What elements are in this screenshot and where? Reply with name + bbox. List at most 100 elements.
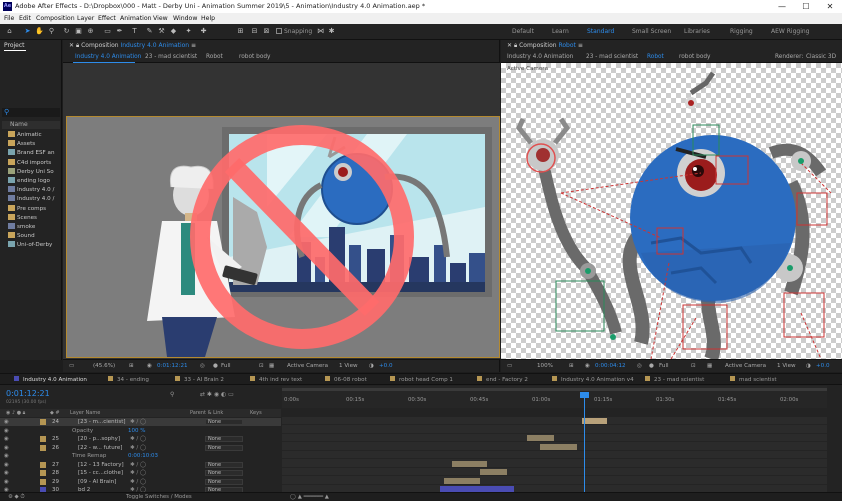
lock-icon[interactable]: 🔒︎ bbox=[76, 42, 79, 49]
quality-dropdown[interactable]: Full bbox=[659, 360, 669, 373]
layer-duration-bar[interactable] bbox=[582, 418, 607, 424]
project-item[interactable]: Uni-of-Derby bbox=[2, 241, 60, 250]
layer-track[interactable] bbox=[282, 469, 827, 476]
layer-name[interactable]: [20 - p...sophy] bbox=[78, 435, 120, 443]
visibility-eye-icon[interactable]: ◉ bbox=[4, 452, 9, 460]
layer-duration-bar[interactable] bbox=[444, 477, 480, 484]
switches-icon[interactable]: ✱ / ◯ bbox=[130, 418, 146, 426]
timecode[interactable]: 0:01:12:21 bbox=[157, 360, 188, 373]
layer-duration-bar[interactable] bbox=[527, 435, 554, 441]
layer-track[interactable] bbox=[282, 443, 827, 451]
workspace-default[interactable]: Default bbox=[512, 24, 534, 40]
breadcrumb-item[interactable]: Industry 4.0 Animation bbox=[507, 54, 573, 60]
layer-name[interactable]: [15 - cc...clothe] bbox=[78, 469, 123, 477]
menu-effect[interactable]: Effect bbox=[98, 13, 116, 24]
layer-name-header[interactable]: Layer Name bbox=[70, 409, 100, 417]
timeline-tab[interactable]: robot head Comp 1 bbox=[390, 376, 453, 383]
project-item[interactable]: Scenes bbox=[2, 213, 60, 223]
close-button[interactable]: ✕ bbox=[818, 0, 842, 13]
layer-name[interactable]: [23 - m...cientist] bbox=[78, 418, 126, 426]
project-item[interactable]: ending logo bbox=[2, 177, 60, 186]
project-item[interactable]: Industry 4.0 / bbox=[2, 186, 60, 195]
parent-dropdown[interactable]: None bbox=[205, 419, 243, 425]
layer-row[interactable]: ◉ 27 [12 - 13 Factory] ✱ / ◯ None bbox=[0, 461, 281, 469]
render-icon[interactable]: ▭ bbox=[507, 360, 512, 373]
snapshot-icon[interactable]: ◎ bbox=[637, 360, 642, 373]
lock-icon[interactable]: 🔒︎ bbox=[514, 42, 517, 49]
timecode[interactable]: 0:00:04:12 bbox=[595, 360, 626, 373]
layer-row[interactable]: ◉ 29 [09 - AI Brain] ✱ / ◯ None bbox=[0, 478, 281, 486]
layer-tracks[interactable] bbox=[282, 417, 827, 493]
roto-brush-tool-icon[interactable]: ✦ bbox=[184, 27, 193, 36]
zoom-tool-icon[interactable]: ⚲ bbox=[47, 27, 56, 36]
grid-icon[interactable]: ⊞ bbox=[569, 360, 574, 373]
camera-icon[interactable]: ◉ bbox=[585, 360, 590, 373]
current-time-indicator[interactable] bbox=[584, 395, 585, 492]
clone-stamp-tool-icon[interactable]: ⚒ bbox=[157, 27, 166, 36]
property-value[interactable]: 0:00:10:03 bbox=[128, 452, 158, 460]
composition-canvas[interactable]: Active Camera bbox=[501, 63, 842, 359]
workspace-libraries[interactable]: Libraries bbox=[684, 24, 710, 40]
parent-dropdown[interactable]: None bbox=[205, 436, 243, 442]
timeline-tab[interactable]: Industry 4.0 Animation v4 bbox=[552, 376, 634, 383]
project-item[interactable]: Pre comps bbox=[2, 204, 60, 214]
view-axis-icon[interactable]: ⊠ bbox=[262, 27, 271, 36]
layer-row[interactable]: ◉ Opacity 100 % bbox=[0, 427, 281, 435]
switches-icon[interactable]: ✱ / ◯ bbox=[130, 435, 146, 443]
timeline-tab[interactable]: 06-08 robot bbox=[325, 376, 367, 383]
project-search-input[interactable]: ⚲ bbox=[2, 108, 60, 117]
visibility-eye-icon[interactable]: ◉ bbox=[4, 469, 9, 477]
project-item[interactable]: Industry 4.0 / bbox=[2, 195, 60, 204]
composition-canvas[interactable] bbox=[63, 63, 500, 359]
breadcrumb-item[interactable]: robot body bbox=[239, 54, 270, 60]
minimize-button[interactable]: — bbox=[770, 0, 794, 13]
label-color-swatch[interactable] bbox=[40, 436, 46, 442]
timeline-tab[interactable]: Industry 4.0 Animation bbox=[14, 376, 87, 383]
workspace-rigging[interactable]: Rigging bbox=[730, 24, 753, 40]
local-axis-icon[interactable]: ⊞ bbox=[236, 27, 245, 36]
project-item[interactable]: Animatic bbox=[2, 131, 60, 140]
layer-name[interactable]: [22 - w... future] bbox=[78, 444, 122, 452]
world-axis-icon[interactable]: ⊟ bbox=[250, 27, 259, 36]
pan-behind-tool-icon[interactable]: ⊕ bbox=[86, 27, 95, 36]
menu-icon[interactable]: ≡ bbox=[578, 42, 583, 49]
visibility-eye-icon[interactable]: ◉ bbox=[4, 461, 9, 469]
parent-dropdown[interactable]: None bbox=[205, 461, 243, 468]
label-color-swatch[interactable] bbox=[40, 444, 46, 451]
breadcrumb-item[interactable]: Robot bbox=[647, 54, 664, 60]
color-channel-icon[interactable]: ● bbox=[213, 360, 218, 373]
breadcrumb-item[interactable]: robot body bbox=[679, 54, 710, 60]
composition-tab-close-icon[interactable]: ✕ bbox=[69, 42, 74, 49]
visibility-eye-icon[interactable]: ◉ bbox=[4, 478, 9, 486]
timeline-tab[interactable]: 34 - ending bbox=[108, 376, 149, 383]
rectangle-tool-icon[interactable]: ▭ bbox=[103, 27, 112, 36]
project-item[interactable]: Brand ESF an bbox=[2, 149, 60, 158]
layer-name[interactable]: [09 - AI Brain] bbox=[78, 478, 116, 486]
reset-exposure-icon[interactable]: ◑ bbox=[806, 360, 811, 373]
label-color-swatch[interactable] bbox=[40, 461, 46, 468]
workspace-small-screen[interactable]: Small Screen bbox=[632, 24, 671, 40]
label-color-swatch[interactable] bbox=[40, 478, 46, 485]
layer-name[interactable]: [12 - 13 Factory] bbox=[78, 461, 124, 469]
pen-tool-icon[interactable]: ✒ bbox=[115, 27, 124, 36]
parent-link-header[interactable]: Parent & Link bbox=[190, 409, 223, 417]
project-item[interactable]: C4d imports bbox=[2, 158, 60, 168]
zoom-dropdown[interactable]: 100% bbox=[537, 360, 553, 373]
project-item[interactable]: Sound bbox=[2, 232, 60, 241]
reset-exposure-icon[interactable]: ◑ bbox=[369, 360, 374, 373]
maximize-button[interactable]: ☐ bbox=[794, 0, 818, 13]
menu-help[interactable]: Help bbox=[201, 13, 215, 24]
timeline-tab[interactable]: 23 - mad scientist bbox=[645, 376, 704, 383]
switches-icon[interactable]: ✱ / ◯ bbox=[130, 478, 146, 486]
camera-icon[interactable]: ◉ bbox=[147, 360, 152, 373]
snapping-checkbox[interactable]: Snapping bbox=[276, 27, 312, 36]
project-item[interactable]: Derby Uni So bbox=[2, 167, 60, 177]
layer-name[interactable]: Opacity bbox=[72, 427, 93, 435]
layer-row[interactable]: ◉ 26 [22 - w... future] ✱ / ◯ None bbox=[0, 444, 281, 452]
timeline-tab[interactable]: 33 - AI Brain 2 bbox=[175, 376, 224, 383]
menu-edit[interactable]: Edit bbox=[19, 13, 31, 24]
visibility-eye-icon[interactable]: ◉ bbox=[4, 418, 9, 426]
layer-track[interactable] bbox=[282, 477, 827, 485]
camera-dropdown[interactable]: Active Camera bbox=[725, 360, 766, 373]
layer-track[interactable] bbox=[282, 452, 827, 459]
